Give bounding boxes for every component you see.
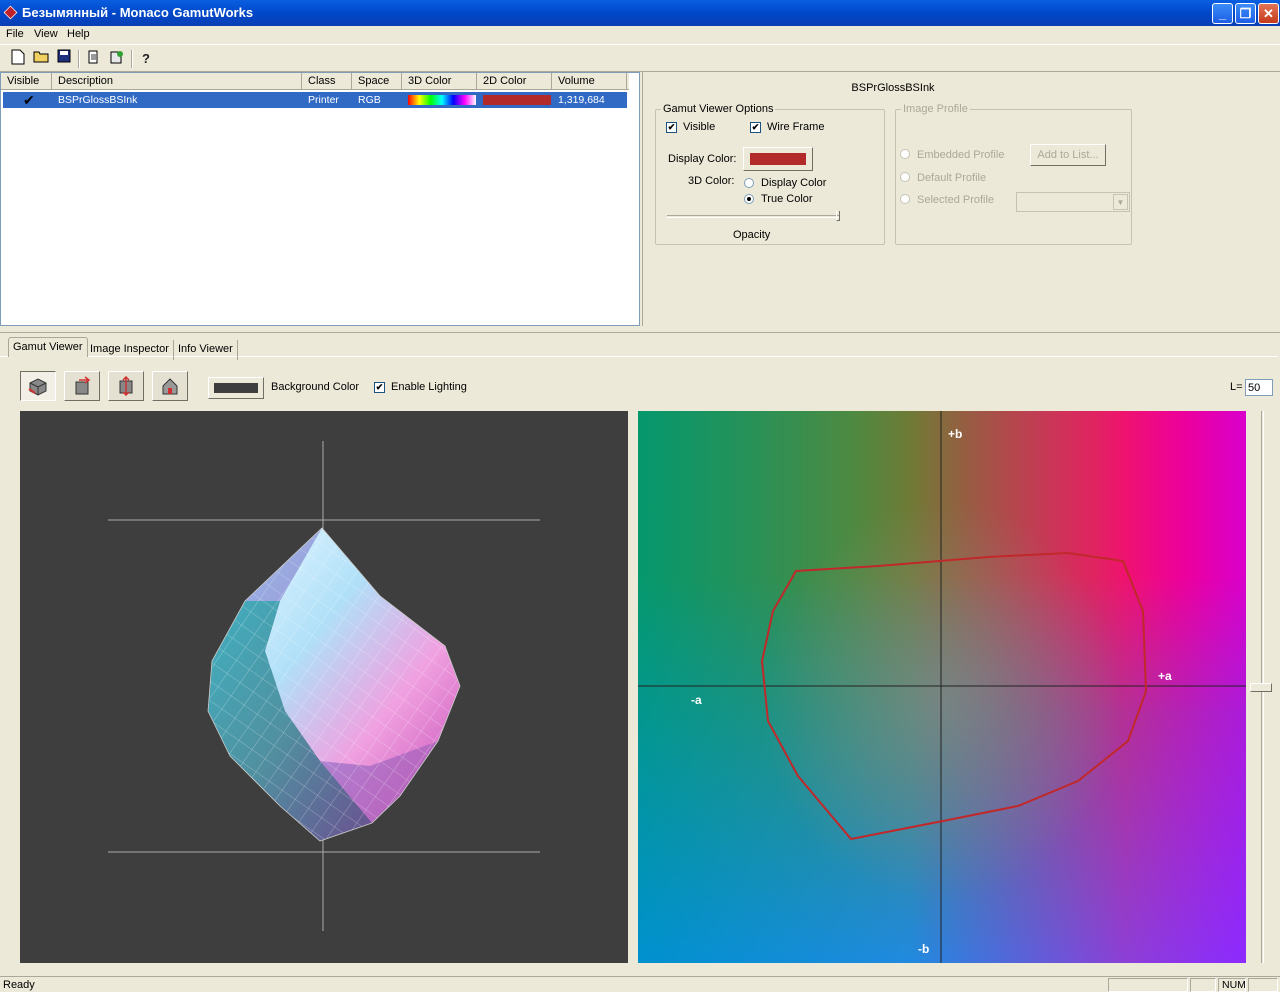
menu-help[interactable]: Help xyxy=(67,28,90,40)
cube-rotate-icon xyxy=(28,378,47,396)
minimize-button[interactable]: _ xyxy=(1212,3,1233,24)
opacity-slider-thumb[interactable] xyxy=(836,211,840,221)
display-color-button[interactable] xyxy=(743,147,813,171)
wireframe-checkbox[interactable]: ✔ xyxy=(750,122,761,133)
image-profile-title: Image Profile xyxy=(901,103,970,115)
restore-button[interactable]: ❐ xyxy=(1235,3,1256,24)
3d-color-label: 3D Color: xyxy=(688,175,735,187)
menu-bar: File View Help xyxy=(0,26,1280,44)
window-title: Безымянный - Monaco GamutWorks xyxy=(22,5,254,20)
menu-view[interactable]: View xyxy=(34,28,58,40)
cube-zoom-icon xyxy=(119,376,133,396)
viewer-panel: Gamut Viewer Image Inspector Info Viewer… xyxy=(0,332,1280,976)
list-header: Visible Description Class Space 3D Color… xyxy=(1,73,629,90)
title-bar: Безымянный - Monaco GamutWorks _ ❐ ✕ xyxy=(0,0,1280,26)
status-num: NUM xyxy=(1218,978,1246,992)
gamut-2d-view[interactable]: +b -b +a -a xyxy=(638,411,1246,963)
col-description[interactable]: Description xyxy=(52,73,302,90)
axis-label-minus-b: -b xyxy=(918,942,929,956)
open-folder-icon[interactable] xyxy=(31,49,51,69)
chevron-down-icon[interactable]: ▼ xyxy=(1113,194,1128,210)
properties-panel: BSPrGlossBSInk Gamut Viewer Options ✔ Vi… xyxy=(642,72,1278,326)
col-2d-color[interactable]: 2D Color xyxy=(477,73,552,90)
background-color-label: Background Color xyxy=(271,381,360,393)
row-3d-color-swatch xyxy=(408,95,476,105)
tab-gamut-viewer[interactable]: Gamut Viewer xyxy=(8,337,88,357)
default-profile-label: Default Profile xyxy=(917,172,987,184)
new-file-icon[interactable] xyxy=(8,49,28,69)
help-icon[interactable]: ? xyxy=(136,49,156,69)
row-space: RGB xyxy=(358,94,381,106)
background-color-button[interactable] xyxy=(208,377,264,399)
row-volume: 1,319,684 xyxy=(558,94,605,106)
radio-true-color-label: True Color xyxy=(761,193,813,205)
toolbar: ? xyxy=(0,44,1280,72)
radio-true-color[interactable] xyxy=(744,194,754,204)
save-icon[interactable] xyxy=(54,49,74,69)
row-2d-color-swatch xyxy=(483,95,551,105)
import-icon[interactable] xyxy=(84,49,104,69)
status-pane xyxy=(1108,978,1188,992)
radio-default-profile[interactable] xyxy=(900,172,910,182)
gamut-options-title: Gamut Viewer Options xyxy=(661,103,776,115)
status-pane xyxy=(1190,978,1216,992)
profile-name: BSPrGlossBSInk xyxy=(851,82,935,94)
zoom-view-button[interactable] xyxy=(108,371,144,401)
toolbar-separator xyxy=(131,50,133,68)
radio-display-color-label: Display Color xyxy=(761,177,827,189)
axis-label-plus-b: +b xyxy=(948,427,962,441)
wireframe-label: Wire Frame xyxy=(767,121,825,133)
tab-info-viewer[interactable]: Info Viewer xyxy=(174,340,238,360)
lighting-checkbox[interactable]: ✔ xyxy=(374,382,385,393)
lighting-label: Enable Lighting xyxy=(391,381,467,393)
selected-profile-label: Selected Profile xyxy=(917,194,995,206)
toolbar-separator xyxy=(78,50,80,68)
rotate-view-button[interactable] xyxy=(20,371,56,401)
menu-file[interactable]: File xyxy=(6,28,24,40)
l-value-input[interactable] xyxy=(1245,379,1273,396)
axis-label-minus-a: -a xyxy=(691,693,702,707)
profile-list: Visible Description Class Space 3D Color… xyxy=(0,72,640,326)
table-row[interactable]: ✔ BSPrGlossBSInk Printer RGB 1,319,684 xyxy=(3,92,627,108)
row-description: BSPrGlossBSInk xyxy=(58,94,138,106)
home-view-button[interactable] xyxy=(152,371,188,401)
status-text: Ready xyxy=(3,979,35,991)
l-label: L= xyxy=(1230,381,1243,393)
profile-select[interactable]: ▼ xyxy=(1016,192,1130,212)
col-3d-color[interactable]: 3D Color xyxy=(402,73,477,90)
visible-check[interactable]: ✔ xyxy=(23,92,35,108)
app-icon xyxy=(3,5,18,20)
col-space[interactable]: Space xyxy=(352,73,402,90)
display-color-label: Display Color: xyxy=(668,153,737,165)
col-visible[interactable]: Visible xyxy=(1,73,52,90)
col-class[interactable]: Class xyxy=(302,73,352,90)
row-class: Printer xyxy=(308,94,339,106)
opacity-slider-track[interactable] xyxy=(667,215,839,218)
status-pane xyxy=(1248,978,1278,992)
ab-plot: +b -b +a -a xyxy=(638,411,1246,963)
radio-selected-profile[interactable] xyxy=(900,194,910,204)
export-icon[interactable] xyxy=(107,49,127,69)
tab-image-inspector[interactable]: Image Inspector xyxy=(86,340,174,360)
gamut-3d-render xyxy=(108,441,540,931)
radio-embedded-profile[interactable] xyxy=(900,149,910,159)
visible-checkbox[interactable]: ✔ xyxy=(666,122,677,133)
opacity-label: Opacity xyxy=(733,229,771,241)
home-icon xyxy=(162,378,178,395)
add-to-list-button[interactable]: Add to List... xyxy=(1030,144,1106,166)
radio-display-color[interactable] xyxy=(744,178,754,188)
display-color-swatch xyxy=(750,153,806,165)
cube-pan-icon xyxy=(75,376,91,395)
gamut-3d-view[interactable] xyxy=(20,411,628,963)
close-button[interactable]: ✕ xyxy=(1258,3,1279,24)
visible-label: Visible xyxy=(683,121,716,133)
embedded-profile-label: Embedded Profile xyxy=(917,149,1005,161)
pan-view-button[interactable] xyxy=(64,371,100,401)
col-volume[interactable]: Volume xyxy=(552,73,627,90)
background-color-swatch xyxy=(214,383,258,393)
axis-label-plus-a: +a xyxy=(1158,669,1172,683)
status-bar: Ready NUM xyxy=(0,976,1280,992)
l-slider-thumb[interactable] xyxy=(1250,683,1272,692)
